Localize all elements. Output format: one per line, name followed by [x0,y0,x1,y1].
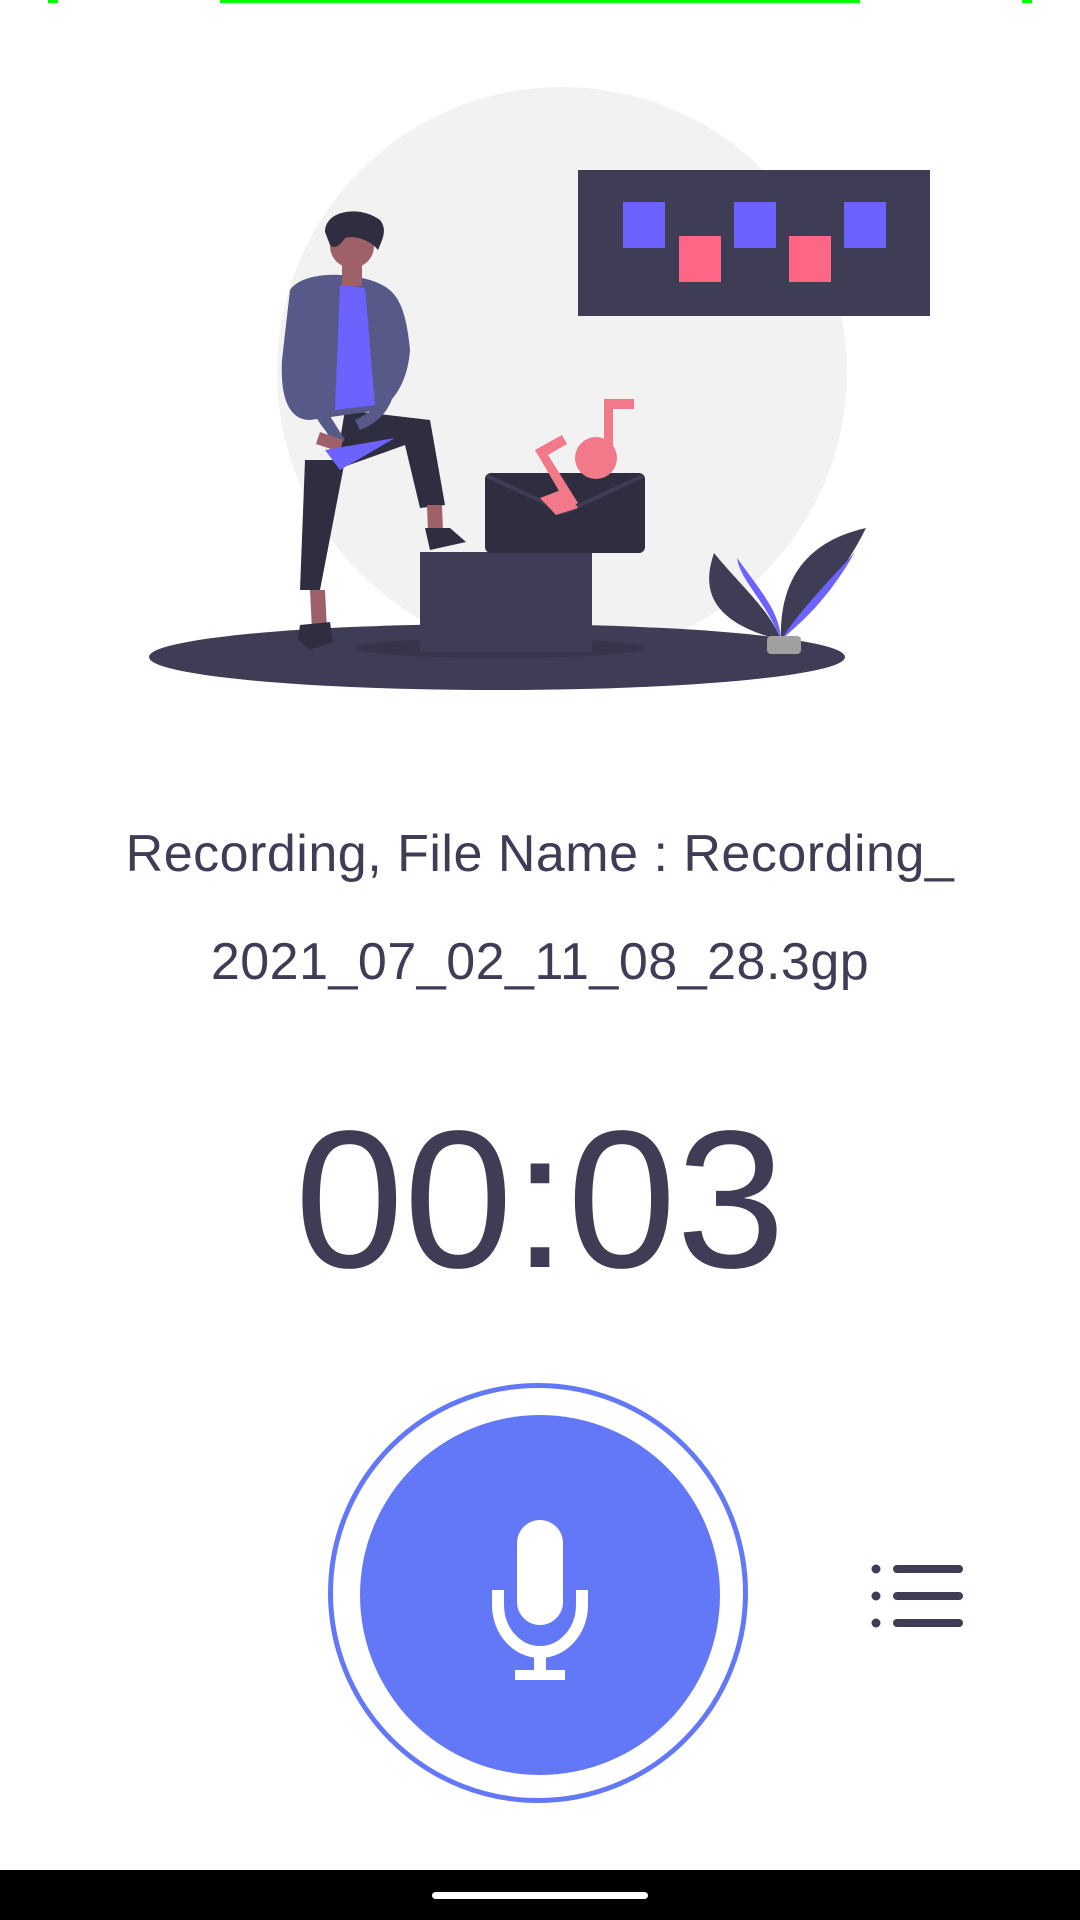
file-name-line-1: Recording, File Name : Recording_ [125,825,955,883]
recording-illustration [149,87,930,690]
home-indicator[interactable] [432,1892,648,1899]
list-icon [871,1564,963,1628]
file-name-line-2: 2021_07_02_11_08_28.3gp [210,933,870,991]
record-button[interactable] [360,1415,720,1775]
elapsed-timer: 00:03 [294,1090,786,1309]
microphone-icon [492,1520,588,1680]
pedestal [420,552,592,652]
recording-file-name: Recording, File Name : Recording_ 2021_0… [60,800,1020,1016]
recorder-screen: Recording, File Name : Recording_ 2021_0… [0,0,1080,1920]
navigation-bar [0,1870,1080,1920]
recordings-list-button[interactable] [860,1550,970,1642]
